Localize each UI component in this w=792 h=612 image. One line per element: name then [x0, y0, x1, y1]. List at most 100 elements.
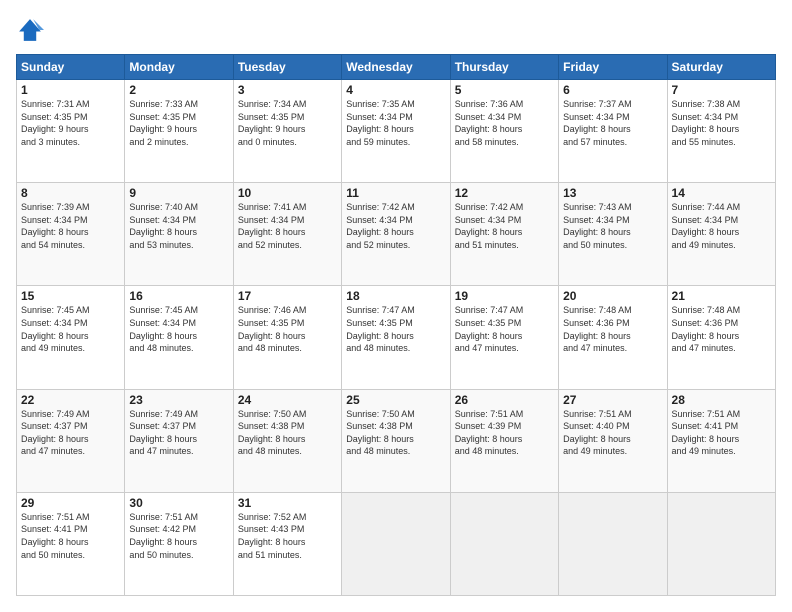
day-number: 16	[129, 289, 228, 303]
calendar-table: SundayMondayTuesdayWednesdayThursdayFrid…	[16, 54, 776, 596]
calendar-cell: 22Sunrise: 7:49 AM Sunset: 4:37 PM Dayli…	[17, 389, 125, 492]
day-number: 10	[238, 186, 337, 200]
day-info: Sunrise: 7:35 AM Sunset: 4:34 PM Dayligh…	[346, 98, 445, 148]
calendar-cell: 2Sunrise: 7:33 AM Sunset: 4:35 PM Daylig…	[125, 80, 233, 183]
day-number: 29	[21, 496, 120, 510]
day-info: Sunrise: 7:45 AM Sunset: 4:34 PM Dayligh…	[21, 304, 120, 354]
day-number: 26	[455, 393, 554, 407]
day-info: Sunrise: 7:51 AM Sunset: 4:41 PM Dayligh…	[21, 511, 120, 561]
day-number: 20	[563, 289, 662, 303]
day-number: 17	[238, 289, 337, 303]
day-info: Sunrise: 7:43 AM Sunset: 4:34 PM Dayligh…	[563, 201, 662, 251]
day-info: Sunrise: 7:47 AM Sunset: 4:35 PM Dayligh…	[455, 304, 554, 354]
logo	[16, 16, 48, 44]
calendar-cell: 27Sunrise: 7:51 AM Sunset: 4:40 PM Dayli…	[559, 389, 667, 492]
day-info: Sunrise: 7:33 AM Sunset: 4:35 PM Dayligh…	[129, 98, 228, 148]
day-info: Sunrise: 7:51 AM Sunset: 4:41 PM Dayligh…	[672, 408, 771, 458]
weekday-header: Monday	[125, 55, 233, 80]
day-info: Sunrise: 7:51 AM Sunset: 4:42 PM Dayligh…	[129, 511, 228, 561]
day-info: Sunrise: 7:37 AM Sunset: 4:34 PM Dayligh…	[563, 98, 662, 148]
day-info: Sunrise: 7:46 AM Sunset: 4:35 PM Dayligh…	[238, 304, 337, 354]
calendar-row: 22Sunrise: 7:49 AM Sunset: 4:37 PM Dayli…	[17, 389, 776, 492]
day-info: Sunrise: 7:31 AM Sunset: 4:35 PM Dayligh…	[21, 98, 120, 148]
day-info: Sunrise: 7:51 AM Sunset: 4:40 PM Dayligh…	[563, 408, 662, 458]
weekday-header: Sunday	[17, 55, 125, 80]
day-info: Sunrise: 7:52 AM Sunset: 4:43 PM Dayligh…	[238, 511, 337, 561]
weekday-header: Thursday	[450, 55, 558, 80]
calendar-cell: 8Sunrise: 7:39 AM Sunset: 4:34 PM Daylig…	[17, 183, 125, 286]
day-number: 31	[238, 496, 337, 510]
weekday-header: Wednesday	[342, 55, 450, 80]
day-number: 1	[21, 83, 120, 97]
calendar-cell: 28Sunrise: 7:51 AM Sunset: 4:41 PM Dayli…	[667, 389, 775, 492]
calendar-cell: 5Sunrise: 7:36 AM Sunset: 4:34 PM Daylig…	[450, 80, 558, 183]
day-info: Sunrise: 7:49 AM Sunset: 4:37 PM Dayligh…	[129, 408, 228, 458]
calendar-cell: 16Sunrise: 7:45 AM Sunset: 4:34 PM Dayli…	[125, 286, 233, 389]
day-info: Sunrise: 7:42 AM Sunset: 4:34 PM Dayligh…	[346, 201, 445, 251]
day-number: 21	[672, 289, 771, 303]
day-info: Sunrise: 7:44 AM Sunset: 4:34 PM Dayligh…	[672, 201, 771, 251]
day-number: 22	[21, 393, 120, 407]
day-info: Sunrise: 7:48 AM Sunset: 4:36 PM Dayligh…	[563, 304, 662, 354]
day-number: 14	[672, 186, 771, 200]
day-number: 15	[21, 289, 120, 303]
calendar-cell: 19Sunrise: 7:47 AM Sunset: 4:35 PM Dayli…	[450, 286, 558, 389]
day-number: 18	[346, 289, 445, 303]
calendar-header-row: SundayMondayTuesdayWednesdayThursdayFrid…	[17, 55, 776, 80]
day-info: Sunrise: 7:41 AM Sunset: 4:34 PM Dayligh…	[238, 201, 337, 251]
day-info: Sunrise: 7:49 AM Sunset: 4:37 PM Dayligh…	[21, 408, 120, 458]
calendar-cell: 23Sunrise: 7:49 AM Sunset: 4:37 PM Dayli…	[125, 389, 233, 492]
day-number: 19	[455, 289, 554, 303]
weekday-header: Tuesday	[233, 55, 341, 80]
calendar-cell: 6Sunrise: 7:37 AM Sunset: 4:34 PM Daylig…	[559, 80, 667, 183]
calendar-row: 29Sunrise: 7:51 AM Sunset: 4:41 PM Dayli…	[17, 492, 776, 595]
day-info: Sunrise: 7:40 AM Sunset: 4:34 PM Dayligh…	[129, 201, 228, 251]
day-info: Sunrise: 7:48 AM Sunset: 4:36 PM Dayligh…	[672, 304, 771, 354]
calendar-cell	[667, 492, 775, 595]
day-number: 23	[129, 393, 228, 407]
day-info: Sunrise: 7:47 AM Sunset: 4:35 PM Dayligh…	[346, 304, 445, 354]
logo-icon	[16, 16, 44, 44]
calendar-cell: 24Sunrise: 7:50 AM Sunset: 4:38 PM Dayli…	[233, 389, 341, 492]
calendar-cell: 30Sunrise: 7:51 AM Sunset: 4:42 PM Dayli…	[125, 492, 233, 595]
calendar-cell	[342, 492, 450, 595]
weekday-header: Friday	[559, 55, 667, 80]
day-number: 6	[563, 83, 662, 97]
calendar-cell: 13Sunrise: 7:43 AM Sunset: 4:34 PM Dayli…	[559, 183, 667, 286]
calendar-row: 8Sunrise: 7:39 AM Sunset: 4:34 PM Daylig…	[17, 183, 776, 286]
calendar-cell: 21Sunrise: 7:48 AM Sunset: 4:36 PM Dayli…	[667, 286, 775, 389]
day-number: 3	[238, 83, 337, 97]
calendar-cell: 1Sunrise: 7:31 AM Sunset: 4:35 PM Daylig…	[17, 80, 125, 183]
calendar-cell: 25Sunrise: 7:50 AM Sunset: 4:38 PM Dayli…	[342, 389, 450, 492]
calendar-cell: 4Sunrise: 7:35 AM Sunset: 4:34 PM Daylig…	[342, 80, 450, 183]
header	[16, 16, 776, 44]
day-number: 28	[672, 393, 771, 407]
day-info: Sunrise: 7:38 AM Sunset: 4:34 PM Dayligh…	[672, 98, 771, 148]
day-info: Sunrise: 7:51 AM Sunset: 4:39 PM Dayligh…	[455, 408, 554, 458]
day-info: Sunrise: 7:50 AM Sunset: 4:38 PM Dayligh…	[346, 408, 445, 458]
calendar-row: 15Sunrise: 7:45 AM Sunset: 4:34 PM Dayli…	[17, 286, 776, 389]
calendar-cell: 11Sunrise: 7:42 AM Sunset: 4:34 PM Dayli…	[342, 183, 450, 286]
calendar-cell: 18Sunrise: 7:47 AM Sunset: 4:35 PM Dayli…	[342, 286, 450, 389]
day-number: 5	[455, 83, 554, 97]
day-number: 11	[346, 186, 445, 200]
weekday-header: Saturday	[667, 55, 775, 80]
day-info: Sunrise: 7:50 AM Sunset: 4:38 PM Dayligh…	[238, 408, 337, 458]
day-number: 12	[455, 186, 554, 200]
calendar-cell	[450, 492, 558, 595]
calendar-cell: 12Sunrise: 7:42 AM Sunset: 4:34 PM Dayli…	[450, 183, 558, 286]
calendar-cell: 29Sunrise: 7:51 AM Sunset: 4:41 PM Dayli…	[17, 492, 125, 595]
day-number: 24	[238, 393, 337, 407]
day-info: Sunrise: 7:36 AM Sunset: 4:34 PM Dayligh…	[455, 98, 554, 148]
calendar-cell: 20Sunrise: 7:48 AM Sunset: 4:36 PM Dayli…	[559, 286, 667, 389]
day-number: 7	[672, 83, 771, 97]
day-number: 8	[21, 186, 120, 200]
day-number: 13	[563, 186, 662, 200]
day-number: 2	[129, 83, 228, 97]
calendar-cell: 31Sunrise: 7:52 AM Sunset: 4:43 PM Dayli…	[233, 492, 341, 595]
day-info: Sunrise: 7:42 AM Sunset: 4:34 PM Dayligh…	[455, 201, 554, 251]
day-number: 27	[563, 393, 662, 407]
day-number: 4	[346, 83, 445, 97]
day-number: 25	[346, 393, 445, 407]
calendar-cell: 15Sunrise: 7:45 AM Sunset: 4:34 PM Dayli…	[17, 286, 125, 389]
